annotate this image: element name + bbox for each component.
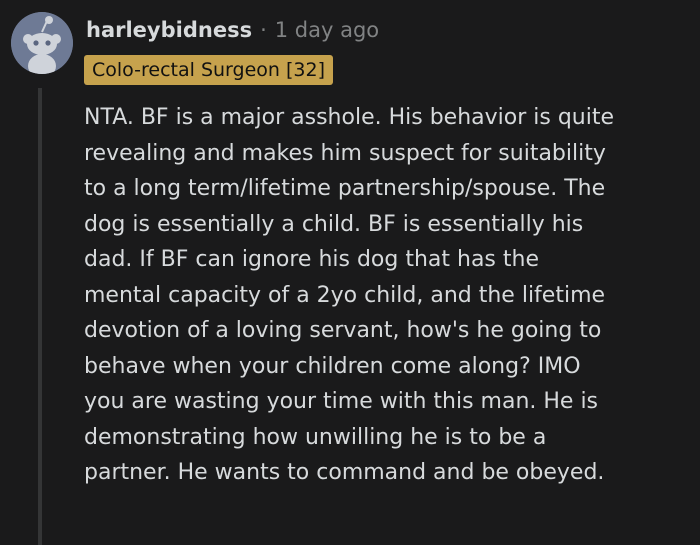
comment-body-line: dog is essentially a child. BF is essent… xyxy=(84,211,584,237)
comment-body-line: partner. He wants to command and be obey… xyxy=(84,460,605,485)
comment-meta: harleybidness · 1 day ago xyxy=(86,14,379,46)
comment-body-line: dad. If BF can ignore his dog that has t… xyxy=(84,247,539,272)
thread-line[interactable] xyxy=(38,88,42,545)
user-avatar-icon[interactable] xyxy=(11,12,73,74)
comment-body-line: revealing and makes him suspect for suit… xyxy=(84,140,606,166)
user-flair: Colo-rectal Surgeon [32] xyxy=(84,55,333,85)
comment-body-line: to a long term/lifetime partnership/spou… xyxy=(84,176,606,201)
comment-body-line: devotion of a loving servant, how's he g… xyxy=(84,318,602,343)
timestamp[interactable]: 1 day ago xyxy=(275,18,379,42)
comment-body-line: demonstrating how unwilling he is to be … xyxy=(84,424,547,450)
comment-body-line: you are wasting your time with this man.… xyxy=(84,389,599,414)
comment-body: NTA. BF is a major asshole. His behavior… xyxy=(84,100,684,491)
comment-body-line: mental capacity of a 2yo child, and the … xyxy=(84,282,606,308)
comment: harleybidness · 1 day ago Colo-rectal Su… xyxy=(0,0,700,545)
comment-body-line: behave when your children come along? IM… xyxy=(84,353,581,379)
snoo-avatar-icon xyxy=(11,12,73,74)
comment-body-line: NTA. BF is a major asshole. His behavior… xyxy=(84,105,614,130)
username[interactable]: harleybidness xyxy=(86,18,252,42)
separator-dot: · xyxy=(260,18,267,42)
